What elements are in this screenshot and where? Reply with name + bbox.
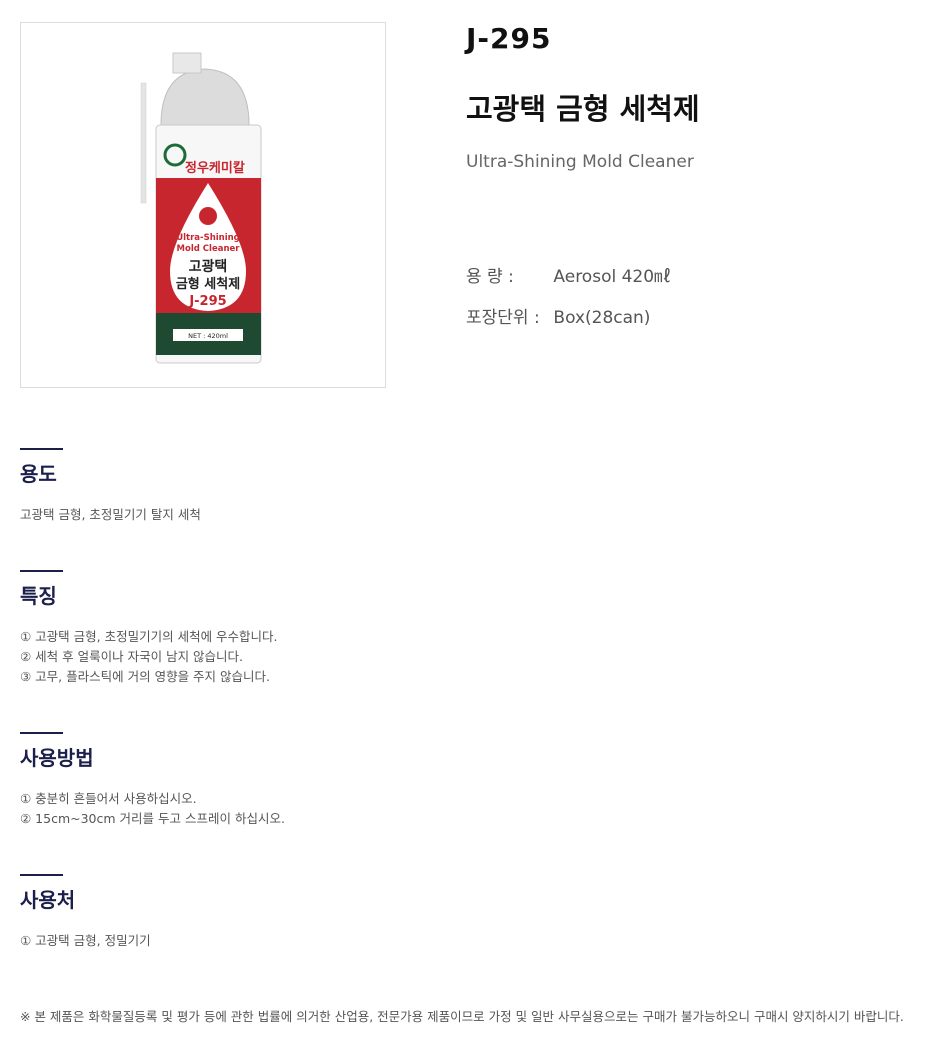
can-label-en-1: Ultra-Shining (176, 233, 240, 243)
section-line: 고광택 금형, 초정밀기기 탈지 세척 (20, 507, 201, 522)
can-label-ko-1: 고광택 (189, 258, 228, 275)
product-image: 정우케미칼 Ultra-Shining Mold Cleaner 고광택 금형 … (20, 22, 386, 388)
can-label-code: J-295 (188, 294, 226, 309)
section-usage: 용도 고광택 금형, 초정밀기기 탈지 세척 (20, 448, 920, 525)
section-title: 특징 (20, 584, 57, 608)
section-directions: 사용방법 ① 충분히 흔들어서 사용하십시오. ② 15cm~30cm 거리를 … (20, 732, 920, 829)
section-divider (20, 448, 63, 450)
legal-footnote: ※ 본 제품은 화학물질등록 및 평가 등에 관한 법률에 의거한 산업용, 전… (20, 1009, 904, 1024)
spec-capacity-label: 용 량 : (466, 267, 514, 287)
product-title-en: Ultra-Shining Mold Cleaner (466, 152, 694, 172)
section-line: ① 고광택 금형, 초정밀기기의 세척에 우수합니다. (20, 629, 278, 644)
section-body: 고광택 금형, 초정밀기기 탈지 세척 (20, 505, 920, 525)
product-title-ko: 고광택 금형 세척제 (466, 92, 700, 126)
spec-capacity: 용 량 : Aerosol 420㎖ (466, 262, 671, 287)
section-divider (20, 732, 63, 734)
section-title: 사용방법 (20, 746, 94, 770)
section-divider (20, 570, 63, 572)
product-code: J-295 (466, 22, 552, 55)
section-line: ② 15cm~30cm 거리를 두고 스프레이 하십시오. (20, 811, 285, 826)
spec-packaging-value: Box(28can) (553, 308, 651, 328)
spec-packaging-label: 포장단위 : (466, 308, 540, 328)
section-body: ① 고광택 금형, 정밀기기 (20, 931, 920, 951)
section-line: ① 충분히 흔들어서 사용하십시오. (20, 791, 197, 806)
section-title: 용도 (20, 462, 57, 486)
section-line: ① 고광택 금형, 정밀기기 (20, 933, 151, 948)
spray-can-illustration: 정우케미칼 Ultra-Shining Mold Cleaner 고광택 금형 … (140, 52, 262, 364)
can-label-ko-2: 금형 세척제 (176, 276, 240, 292)
section-features: 특징 ① 고광택 금형, 초정밀기기의 세척에 우수합니다. ② 세척 후 얼룩… (20, 570, 920, 687)
section-applications: 사용처 ① 고광택 금형, 정밀기기 (20, 874, 920, 951)
can-brand-text: 정우케미칼 (185, 160, 245, 176)
section-body: ① 고광택 금형, 초정밀기기의 세척에 우수합니다. ② 세척 후 얼룩이나 … (20, 627, 920, 687)
section-title: 사용처 (20, 888, 76, 912)
can-label-en-2: Mold Cleaner (177, 244, 241, 254)
section-divider (20, 874, 63, 876)
spec-packaging: 포장단위 : Box(28can) (466, 303, 650, 328)
section-line: ③ 고무, 플라스틱에 거의 영향을 주지 않습니다. (20, 669, 270, 684)
spec-capacity-value: Aerosol 420㎖ (553, 267, 672, 287)
section-body: ① 충분히 흔들어서 사용하십시오. ② 15cm~30cm 거리를 두고 스프… (20, 789, 920, 829)
section-line: ② 세척 후 얼룩이나 자국이 남지 않습니다. (20, 649, 244, 664)
can-net-volume: NET : 420ml (188, 332, 228, 340)
